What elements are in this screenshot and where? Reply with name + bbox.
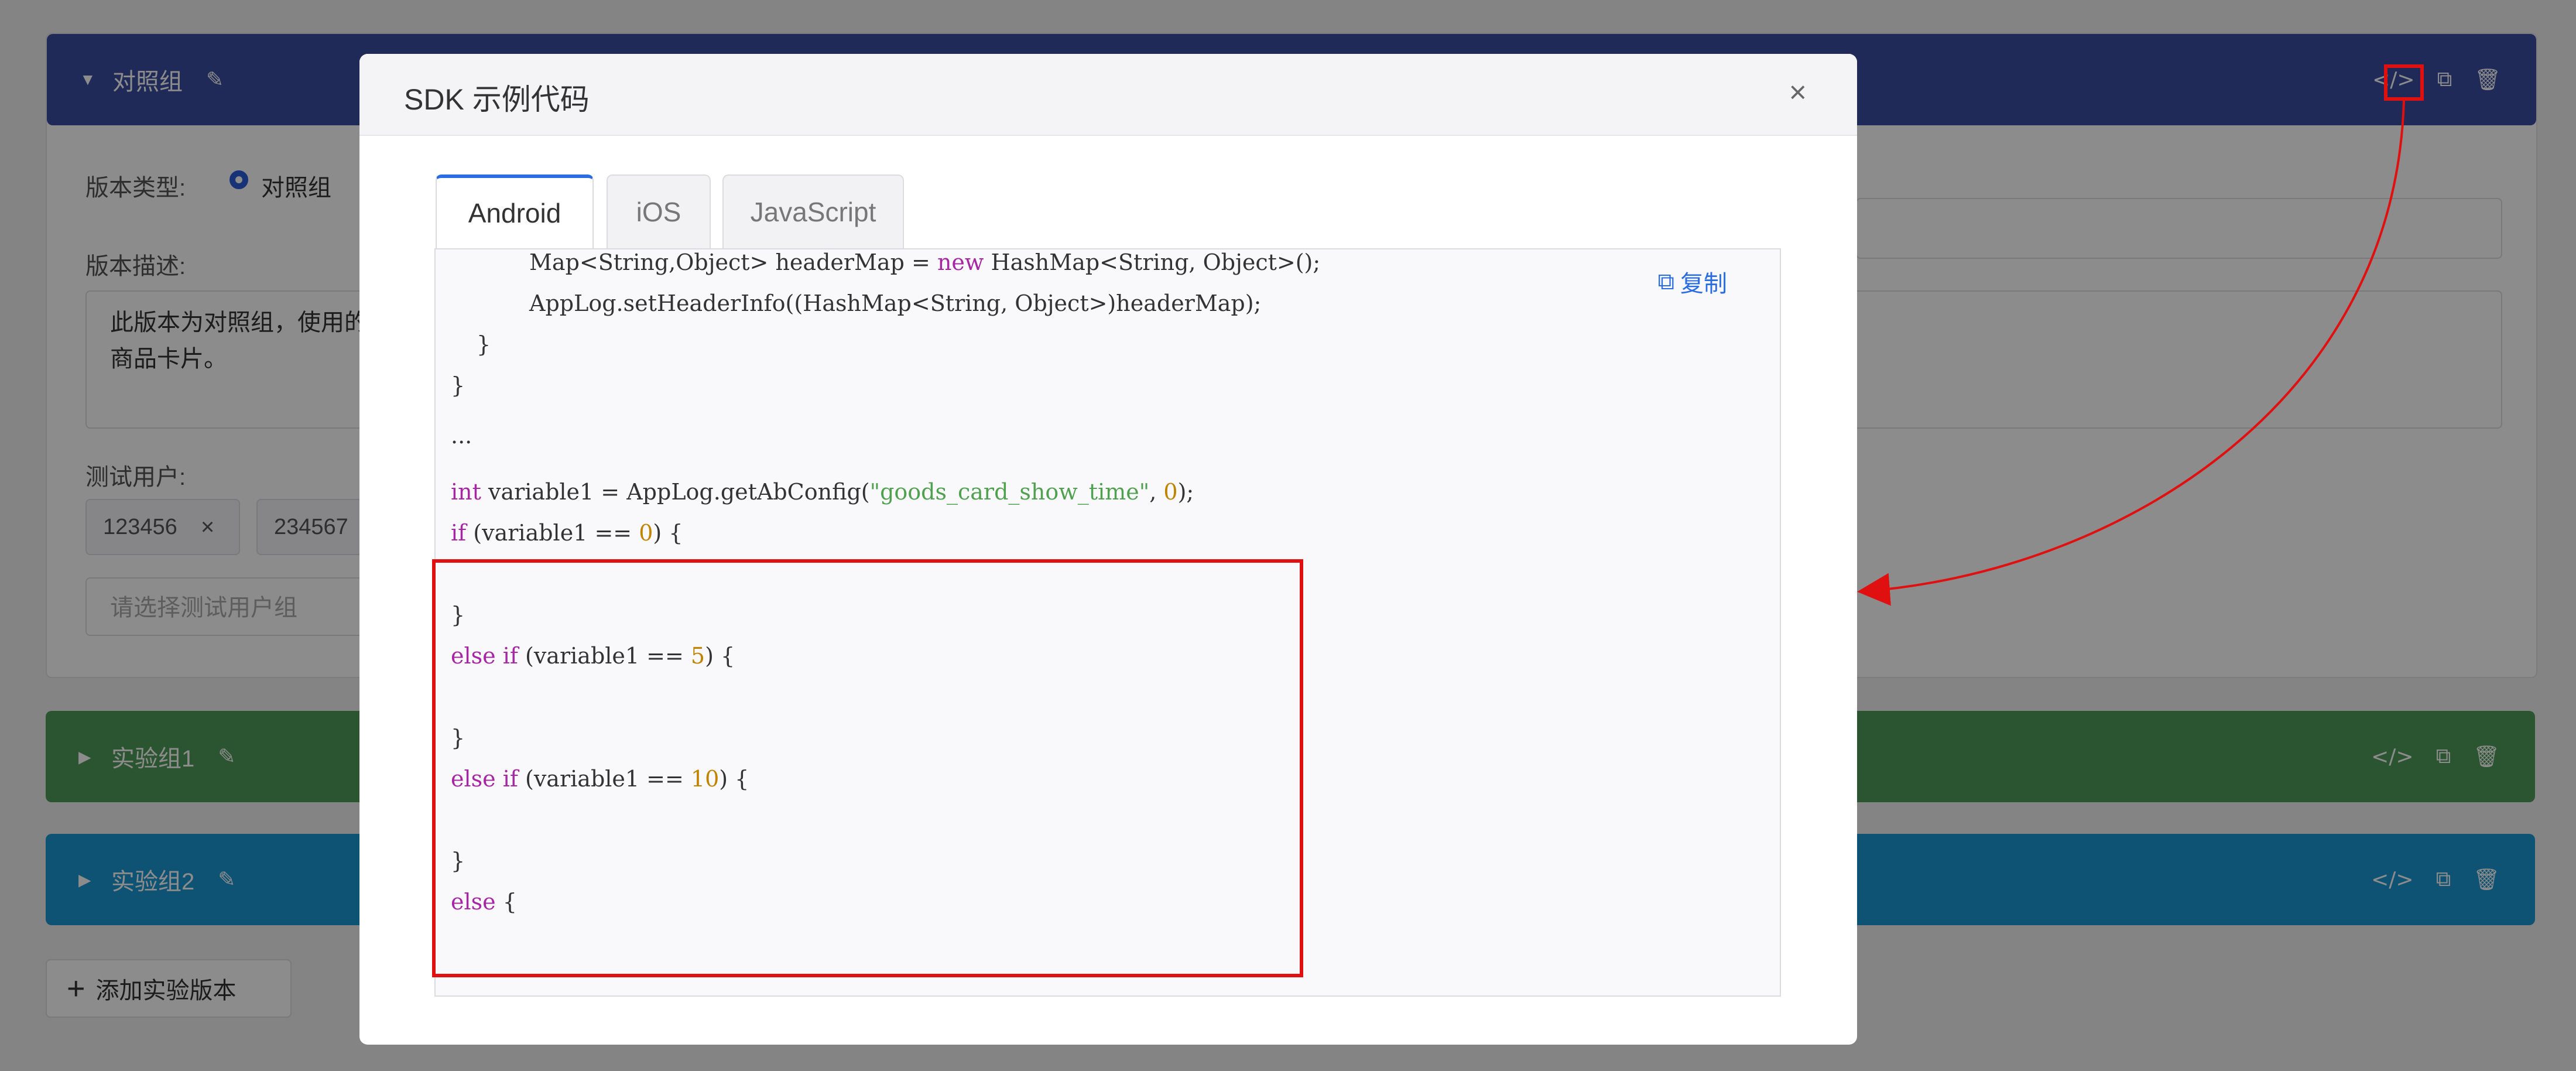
code-line: AppLog.setHeaderInfo((HashMap<String, Ob… (529, 290, 1262, 316)
code-line: ... (451, 423, 472, 449)
tab-android[interactable]: Android (436, 174, 594, 248)
close-icon[interactable]: × (1789, 75, 1807, 110)
highlight-box-code-icon (2384, 64, 2424, 101)
tab-ios[interactable]: iOS (607, 174, 711, 248)
modal-title: SDK 示例代码 (404, 83, 590, 116)
code-line: } (477, 331, 491, 357)
code-line: int variable1 = AppLog.getAbConfig("good… (451, 479, 1194, 505)
copy-label: 复制 (1680, 271, 1727, 297)
code-line: if (variable1 == 0) { (451, 520, 683, 546)
modal-header: SDK 示例代码 × (359, 54, 1857, 136)
code-line: } (451, 372, 465, 398)
copy-icon: ⧉ (1657, 268, 1674, 295)
code-line: Map<String,Object> headerMap = new HashM… (529, 249, 1321, 275)
tab-javascript[interactable]: JavaScript (722, 174, 904, 248)
highlight-box-code (432, 559, 1303, 977)
copy-button[interactable]: ⧉ 复制 (1657, 265, 1727, 299)
